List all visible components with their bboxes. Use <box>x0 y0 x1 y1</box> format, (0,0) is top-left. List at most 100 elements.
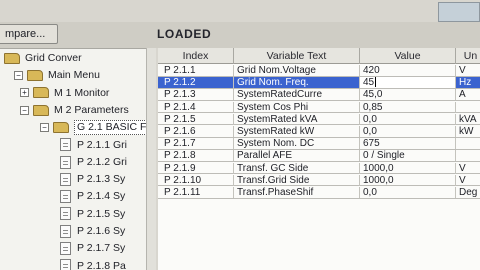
tree-scrollbar[interactable] <box>146 48 156 270</box>
cell-index: P 2.1.8 <box>158 150 234 162</box>
cell-variable-text: Grid Nom.Voltage <box>234 65 360 76</box>
cell-variable-text: System Cos Phi <box>234 101 360 113</box>
cell-unit: kVA <box>456 114 480 125</box>
cell-value[interactable]: 0,85 <box>360 101 456 113</box>
tree-item[interactable]: + M 1 Monitor <box>20 85 109 102</box>
column-header-index[interactable]: Index <box>158 48 234 64</box>
tree-item[interactable]: P 2.1.3 Sy <box>60 171 125 188</box>
column-header-unit[interactable]: Un <box>456 48 480 64</box>
cell-variable-text: System Nom. DC <box>234 138 360 150</box>
status-text: LOADED <box>157 27 212 41</box>
tree-item-label: P 2.1.4 Sy <box>77 190 126 203</box>
cell-unit: A <box>456 89 480 100</box>
table-row[interactable]: P 2.1.5 SystemRated kVA 0,0 kVA <box>158 113 480 126</box>
table-row[interactable]: P 2.1.4 System Cos Phi 0,85 <box>158 101 480 114</box>
cell-variable-text: SystemRated kVA <box>234 113 360 125</box>
cell-variable-text: SystemRatedCurre <box>234 89 360 101</box>
tree-item[interactable]: P 2.1.2 Gri <box>60 154 127 171</box>
tree-item-label: M 1 Monitor <box>54 86 110 99</box>
tree-item-label: P 2.1.6 Sy <box>77 225 126 237</box>
parameter-icon <box>60 138 71 152</box>
cell-value[interactable]: 420 <box>360 65 456 76</box>
table-row[interactable]: P 2.1.2 Grid Nom. Freq. 45 Hz <box>158 77 480 89</box>
cell-index: P 2.1.5 <box>158 113 234 125</box>
parameter-icon <box>60 190 71 204</box>
folder-icon <box>33 104 49 116</box>
tree-item[interactable]: P 2.1.6 Sy <box>60 223 125 240</box>
collapse-icon[interactable]: − <box>14 71 23 81</box>
cell-unit: kW <box>456 126 480 137</box>
cell-value[interactable]: 0 / Single <box>360 150 456 162</box>
parameter-icon <box>60 224 71 238</box>
parameter-icon <box>60 155 71 169</box>
cell-index: P 2.1.6 <box>158 126 234 137</box>
cell-value[interactable]: 1000,0 <box>360 162 456 174</box>
parameter-icon <box>60 242 71 256</box>
table-row[interactable]: P 2.1.1 Grid Nom.Voltage 420 V <box>158 65 480 77</box>
cell-unit: V <box>456 163 480 174</box>
cell-variable-text: SystemRated kW <box>234 126 360 137</box>
tree-item[interactable]: − M 2 Parameters <box>20 102 129 119</box>
table-row[interactable]: P 2.1.7 System Nom. DC 675 <box>158 138 480 150</box>
column-header-value[interactable]: Value <box>360 48 456 64</box>
table-row[interactable]: P 2.1.3 SystemRatedCurre 45,0 A <box>158 89 480 101</box>
tree-item[interactable]: P 2.1.1 Gri <box>60 137 127 154</box>
table-row[interactable]: P 2.1.11 Transf.PhaseShif 0,0 Deg <box>158 187 480 199</box>
cell-index: P 2.1.7 <box>158 138 234 150</box>
parameter-icon <box>60 259 71 270</box>
cell-index: P 2.1.3 <box>158 89 234 101</box>
folder-icon <box>27 70 43 82</box>
parameter-icon <box>60 207 71 221</box>
cell-variable-text: Grid Nom. Freq. <box>234 77 360 89</box>
cell-value[interactable]: 1000,0 <box>360 174 456 186</box>
cell-unit <box>456 102 480 113</box>
tree-item-label: P 2.1.3 Sy <box>77 173 126 186</box>
toolbar <box>0 22 480 48</box>
tree-item[interactable]: P 2.1.8 Pa <box>60 258 126 270</box>
toolbar-control[interactable] <box>438 2 480 22</box>
tree-item-label: P 2.1.2 Gri <box>77 155 127 168</box>
cell-value[interactable]: 45 <box>360 77 456 89</box>
folder-icon <box>33 87 49 99</box>
collapse-icon[interactable]: − <box>20 105 29 115</box>
parameter-icon <box>60 172 71 186</box>
tree-item[interactable]: P 2.1.7 Sy <box>60 240 125 257</box>
cell-value[interactable]: 0,0 <box>360 113 456 125</box>
tree-item[interactable]: − G 2.1 BASIC F <box>40 119 150 136</box>
cell-value[interactable]: 675 <box>360 138 456 150</box>
tree-item-label: P 2.1.1 Gri <box>77 138 127 151</box>
collapse-icon[interactable]: − <box>40 122 49 132</box>
tree-item[interactable]: Grid Conver <box>4 50 82 67</box>
cell-index: P 2.1.10 <box>158 174 234 186</box>
cell-variable-text: Transf. GC Side <box>234 162 360 174</box>
cell-unit: V <box>456 65 480 76</box>
tree-item-label: G 2.1 BASIC F <box>74 120 150 136</box>
expand-icon[interactable]: + <box>20 88 29 98</box>
cell-index: P 2.1.4 <box>158 101 234 113</box>
cell-variable-text: Transf.Grid Side <box>234 174 360 186</box>
table-row[interactable]: P 2.1.9 Transf. GC Side 1000,0 V <box>158 162 480 175</box>
parameter-grid: Index Variable Text Value Un P 2.1.1 Grid… <box>158 48 480 270</box>
text-cursor <box>375 77 377 88</box>
cell-unit: Hz <box>456 77 480 89</box>
tree-item[interactable]: − Main Menu <box>14 67 100 84</box>
cell-value[interactable]: 0,0 <box>360 187 456 198</box>
cell-index: P 2.1.9 <box>158 162 234 174</box>
cell-value[interactable]: 0,0 <box>360 126 456 137</box>
tree-item[interactable]: P 2.1.4 Sy <box>60 188 125 205</box>
table-row[interactable]: P 2.1.8 Parallel AFE 0 / Single <box>158 150 480 162</box>
folder-icon <box>4 52 20 64</box>
table-row[interactable]: P 2.1.10 Transf.Grid Side 1000,0 V <box>158 174 480 187</box>
tree-item-label: M 2 Parameters <box>54 103 129 116</box>
tree-item[interactable]: P 2.1.5 Sy <box>60 206 125 223</box>
cell-value[interactable]: 45,0 <box>360 89 456 101</box>
cell-index: P 2.1.2 <box>158 77 234 89</box>
column-header-variable-text[interactable]: Variable Text <box>234 48 360 64</box>
folder-icon <box>53 121 69 133</box>
tree-item-label: Grid Conver <box>25 52 82 64</box>
tree-item-label: P 2.1.8 Pa <box>77 259 126 270</box>
parameter-tree: Grid Conver − Main Menu + M 1 Monitor − M 2 Pa… <box>0 48 156 270</box>
table-row[interactable]: P 2.1.6 SystemRated kW 0,0 kW <box>158 126 480 138</box>
tree-item-label: Main Menu <box>48 69 100 82</box>
compare-button[interactable]: mpare... <box>0 24 58 44</box>
